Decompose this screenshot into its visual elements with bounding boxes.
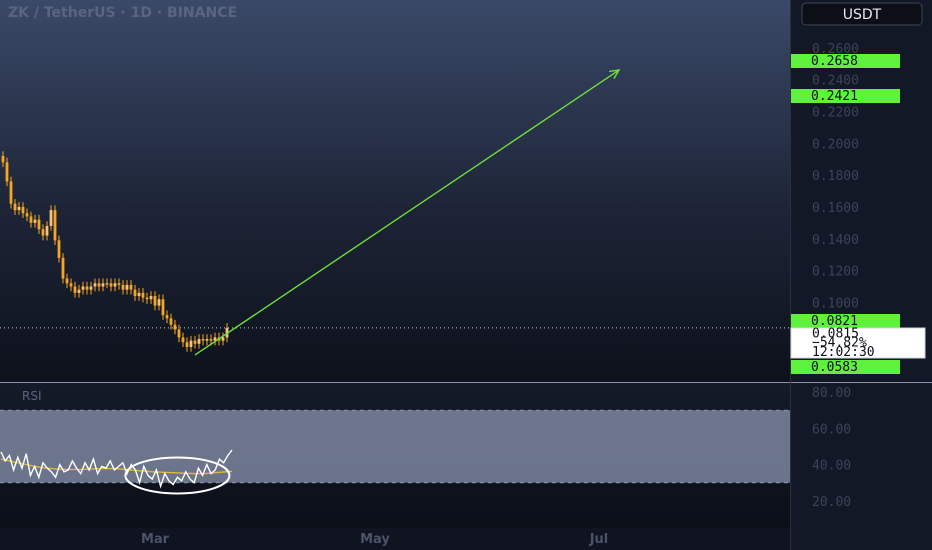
candle-body (97, 283, 101, 287)
price-tick-2: 0.2400 (812, 74, 859, 89)
candle-body (117, 283, 121, 285)
price-tick-4: 0.2000 (812, 137, 859, 152)
candle-body (33, 219, 37, 223)
candle-body (13, 203, 17, 211)
rsi-title: RSI (22, 389, 42, 403)
candle-body (29, 216, 33, 223)
candle-body (41, 229, 45, 236)
candle-body (5, 162, 9, 182)
candle-body (65, 278, 69, 284)
candle-body (129, 284, 133, 290)
price-tick-3: 0.2200 (812, 105, 859, 120)
candle-body (133, 289, 137, 297)
price-tick-6: 0.1600 (812, 201, 859, 216)
candle (9, 176, 13, 209)
candle-body (157, 299, 161, 306)
candle-body (165, 315, 169, 319)
tag-text: 0.0583 (811, 360, 858, 375)
candle-body (101, 283, 105, 287)
candle-body (189, 340, 193, 347)
candle-body (201, 339, 205, 341)
candle-body (9, 181, 13, 204)
bar-countdown: 12:02:30 (812, 345, 875, 360)
candle-body (121, 284, 125, 290)
candle-body (61, 257, 65, 279)
trading-chart[interactable]: ZK / TetherUS · 1D · BINANCE RSI 0.28000… (0, 0, 932, 550)
rsi-tick-3: 20.00 (812, 495, 851, 510)
rsi-tick-1: 60.00 (812, 422, 851, 437)
price-tag-upper-target[interactable]: 0.2658 (791, 54, 900, 69)
candle-body (141, 292, 145, 298)
current-price-box[interactable]: 0.0815 −54.82% 12:02:30 (790, 327, 926, 361)
candle-body (137, 292, 141, 297)
candle-body (181, 337, 185, 343)
candle-body (45, 226, 49, 236)
candle-body (105, 283, 109, 285)
time-tick-0: Mar (141, 532, 170, 547)
candle-body (149, 296, 153, 300)
candle-body (77, 289, 81, 293)
candle-body (145, 297, 149, 300)
candle-body (93, 283, 97, 287)
chart-title: ZK / TetherUS · 1D · BINANCE (8, 5, 237, 21)
currency-button[interactable]: USDT (801, 2, 923, 26)
tag-text: 0.2421 (811, 89, 858, 104)
candle-body (209, 339, 213, 341)
candle-body (193, 340, 197, 344)
candle-body (177, 329, 181, 338)
candle-body (113, 283, 117, 287)
candle-body (57, 240, 61, 258)
candle-body (85, 286, 89, 290)
candle-body (205, 339, 209, 341)
price-tag-support[interactable]: 0.0583 (791, 360, 900, 375)
candle-body (81, 286, 85, 290)
candle-body (37, 219, 41, 230)
candle-body (1, 155, 5, 163)
candle (53, 205, 57, 246)
candle-body (153, 296, 157, 306)
candle-body (21, 206, 25, 214)
rsi-tick-2: 40.00 (812, 459, 851, 474)
candle-body (169, 318, 173, 325)
time-tick-1: May (360, 532, 390, 547)
time-tick-2: Jul (589, 532, 609, 547)
tag-text: 0.2658 (811, 54, 858, 69)
rsi-tick-0: 80.00 (812, 386, 851, 401)
candle-body (17, 206, 21, 211)
candle-body (221, 337, 225, 341)
time-axis-background (0, 528, 790, 550)
candle-body (73, 286, 77, 293)
candle-body (173, 324, 177, 330)
price-tag-lower-target[interactable]: 0.2421 (791, 89, 900, 104)
candle-body (25, 213, 29, 217)
price-tick-5: 0.1800 (812, 169, 859, 184)
candle-body (125, 284, 129, 290)
price-tick-8: 0.1200 (812, 265, 859, 280)
rsi-band (0, 410, 790, 483)
price-tick-7: 0.1400 (812, 233, 859, 248)
candle-body (69, 283, 73, 287)
candle-body (109, 283, 113, 287)
main-pane-background (0, 0, 790, 382)
currency-button-label: USDT (843, 7, 882, 23)
price-tick-9: 0.1000 (812, 296, 859, 311)
candle-body (89, 286, 93, 290)
candle-body (185, 342, 189, 347)
candle-body (53, 210, 57, 241)
candle-body (197, 339, 201, 344)
candle-body (161, 299, 165, 316)
candle-body (49, 210, 53, 227)
